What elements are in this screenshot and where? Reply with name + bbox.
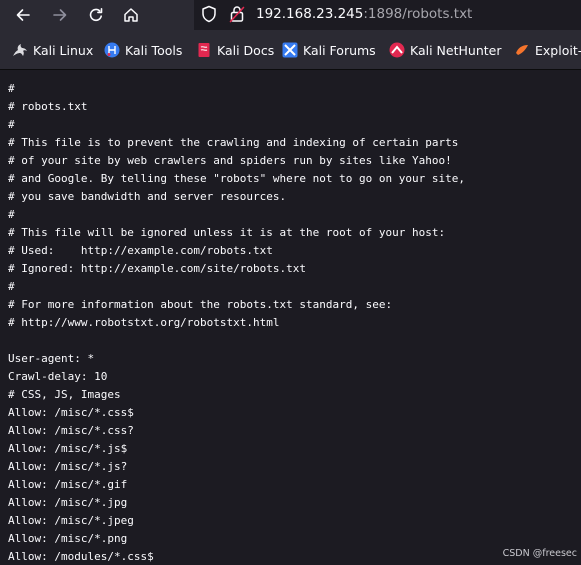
robots-line: Allow: /misc/*.png [8,532,128,545]
kali-docs-icon [196,42,212,58]
bookmark-label: Exploit- [535,42,581,58]
robots-line: Allow: /misc/*.js$ [8,442,128,455]
kali-tools-icon [104,42,120,58]
reload-icon [88,7,104,23]
bookmark-kali-tools[interactable]: Kali Tools [104,41,182,59]
home-button[interactable] [119,3,143,27]
robots-line: # This file will be ignored unless it is… [8,226,446,239]
forward-button[interactable] [48,3,72,27]
browser-toolbar: 192.168.23.245:1898/robots.txt [0,0,581,30]
robots-line: Allow: /misc/*.jpg [8,496,128,509]
csdn-watermark: CSDN @freesec [502,548,577,559]
bookmark-label: Kali Docs [217,42,275,58]
bookmark-label: Kali Linux [33,42,94,58]
arrow-right-icon [52,7,68,23]
url-text[interactable]: 192.168.23.245:1898/robots.txt [256,5,472,23]
robots-line: # of your site by web crawlers and spide… [8,154,452,167]
bookmark-kali-docs[interactable]: Kali Docs [196,41,274,59]
arrow-left-icon [15,7,31,23]
page-content: # # robots.txt # # This file is to preve… [0,70,581,565]
robots-line: # For more information about the robots.… [8,298,393,311]
bookmark-label: Kali Tools [125,42,183,58]
robots-line: # Ignored: http://example.com/site/robot… [8,262,307,275]
robots-line: Allow: /misc/*.js? [8,460,128,473]
robots-line: Crawl-delay: 10 [8,370,108,383]
robots-line: # you save bandwidth and server resource… [8,190,287,203]
robots-line: # robots.txt [8,100,88,113]
exploit-db-icon [514,42,530,58]
robots-line: # CSS, JS, Images [8,388,121,401]
bookmark-kali-nethunter[interactable]: Kali NetHunter [389,41,501,59]
robots-line: Allow: /misc/*.css$ [8,406,134,419]
robots-line: # Used: http://example.com/robots.txt [8,244,273,257]
home-icon [123,7,139,23]
robots-line: # http://www.robotstxt.org/robotstxt.htm… [8,316,280,329]
robots-line: # [8,82,15,95]
robots-line [8,332,465,350]
kali-forums-icon [282,42,298,58]
robots-line: # [8,208,15,221]
robots-line: # and Google. By telling these "robots" … [8,172,465,185]
robots-line: User-agent: * [8,352,95,365]
bookmark-label: Kali NetHunter [410,42,502,58]
kali-dragon-icon [12,42,28,58]
robots-line: # This file is to prevent the crawling a… [8,136,459,149]
bookmark-kali-linux[interactable]: Kali Linux [12,41,93,59]
robots-line: # [8,280,15,293]
bookmark-exploit-db[interactable]: Exploit- [514,41,581,59]
kali-nethunter-icon [389,42,405,58]
address-bar[interactable]: 192.168.23.245:1898/robots.txt [194,0,581,30]
robots-txt-text: # # robots.txt # # This file is to preve… [8,80,465,565]
robots-line: Allow: /misc/*.css? [8,424,134,437]
robots-line: Allow: /modules/*.css$ [8,550,154,563]
robots-line: Allow: /misc/*.gif [8,478,128,491]
robots-line: # [8,118,15,131]
tracking-protection-shield-icon[interactable] [201,5,217,27]
url-host: 192.168.23.245 [256,6,364,22]
url-path: :1898/robots.txt [363,6,473,22]
back-button[interactable] [11,3,35,27]
insecure-lock-icon[interactable] [229,5,245,27]
reload-button[interactable] [84,3,108,27]
robots-line: Allow: /misc/*.jpeg [8,514,134,527]
bookmark-kali-forums[interactable]: Kali Forums [282,41,376,59]
bookmarks-toolbar: Kali Linux Kali Tools Kali Docs Kali For… [0,30,581,70]
bookmark-label: Kali Forums [303,42,376,58]
